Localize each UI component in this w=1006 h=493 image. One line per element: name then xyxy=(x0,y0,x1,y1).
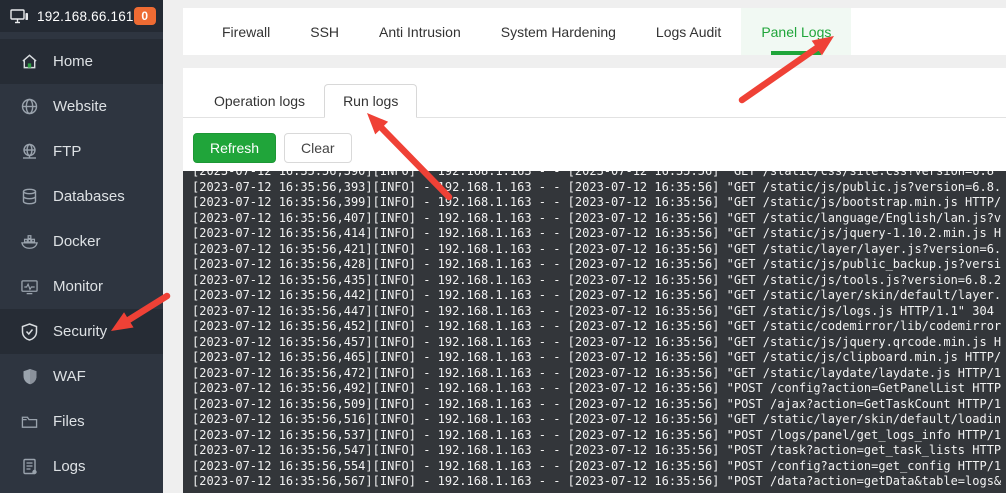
sidebar-item-label: Home xyxy=(53,53,94,70)
sidebar-item-label: Databases xyxy=(53,188,125,205)
sidebar-item-logs[interactable]: Logs xyxy=(0,444,163,489)
globe-icon xyxy=(21,98,38,115)
security-tab-bar: Firewall SSH Anti Intrusion System Hardenin… xyxy=(183,8,1006,55)
message-count-badge[interactable]: 0 xyxy=(133,7,156,25)
sidebar-item-website[interactable]: Website xyxy=(0,84,163,129)
clear-button[interactable]: Clear xyxy=(284,133,352,163)
sidebar-item-label: Logs xyxy=(53,458,86,475)
docker-icon xyxy=(21,233,38,250)
sidebar-item-monitor[interactable]: Monitor xyxy=(0,264,163,309)
main-content: Firewall SSH Anti Intrusion System Hardenin… xyxy=(163,0,1006,493)
refresh-button[interactable]: Refresh xyxy=(193,133,277,163)
sidebar-item-ftp[interactable]: FTP xyxy=(0,129,163,174)
sidebar: 192.168.66.161 0 Home Website FTP Databases… xyxy=(0,0,163,493)
sidebar-item-label: Website xyxy=(53,98,107,115)
server-header[interactable]: 192.168.66.161 0 xyxy=(0,0,163,32)
tab-firewall[interactable]: Firewall xyxy=(202,8,290,55)
log-toolbar: Refresh Clear xyxy=(193,133,1006,163)
shield-check-icon xyxy=(21,322,38,341)
tab-logs-audit[interactable]: Logs Audit xyxy=(636,8,741,55)
log-type-tabs: Operation logs Run logs xyxy=(183,68,1006,118)
sidebar-item-label: Monitor xyxy=(53,278,104,295)
monitor-icon xyxy=(21,278,38,295)
sidebar-item-label: Security xyxy=(53,323,108,340)
folder-icon xyxy=(21,413,38,430)
tab-anti-intrusion[interactable]: Anti Intrusion xyxy=(359,8,481,55)
subtab-run-logs[interactable]: Run logs xyxy=(324,84,418,118)
sidebar-item-files[interactable]: Files xyxy=(0,399,163,444)
sidebar-item-label: Files xyxy=(53,413,85,430)
tab-system-hardening[interactable]: System Hardening xyxy=(481,8,636,55)
home-icon xyxy=(21,53,38,70)
run-log-text: [2023-07-12 16:35:56,390][INFO] - 192.16… xyxy=(192,171,1002,488)
sidebar-item-docker[interactable]: Docker xyxy=(0,219,163,264)
sidebar-item-label: FTP xyxy=(53,143,82,160)
tab-panel-logs[interactable]: Panel Logs xyxy=(741,8,852,55)
sidebar-item-databases[interactable]: Databases xyxy=(0,174,163,219)
ftp-globe-icon xyxy=(21,143,38,160)
server-ip: 192.168.66.161 xyxy=(37,8,134,24)
tab-ssh[interactable]: SSH xyxy=(290,8,359,55)
shield-icon xyxy=(21,368,38,385)
subtab-operation-logs[interactable]: Operation logs xyxy=(195,84,324,118)
sidebar-menu: Home Website FTP Databases Docker Monitor Secu… xyxy=(0,32,163,489)
sidebar-item-label: Docker xyxy=(53,233,101,250)
sidebar-item-security[interactable]: Security xyxy=(0,309,163,354)
run-log-console[interactable]: [2023-07-12 16:35:56,390][INFO] - 192.16… xyxy=(183,171,1006,493)
database-icon xyxy=(21,188,38,205)
sidebar-item-home[interactable]: Home xyxy=(0,39,163,84)
server-icon xyxy=(10,8,29,24)
panel-logs-card: Operation logs Run logs Refresh Clear [20… xyxy=(183,68,1006,493)
sidebar-item-label: WAF xyxy=(53,368,86,385)
document-icon xyxy=(21,458,38,475)
sidebar-item-waf[interactable]: WAF xyxy=(0,354,163,399)
